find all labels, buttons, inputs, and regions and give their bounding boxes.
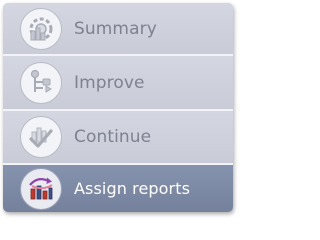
improve-icon bbox=[20, 61, 62, 104]
summary-icon bbox=[20, 7, 62, 50]
menu-item-label: Summary bbox=[74, 18, 157, 39]
menu-item-assign-reports[interactable]: Assign reports bbox=[3, 165, 233, 212]
menu-item-label: Assign reports bbox=[74, 179, 191, 198]
assign-reports-icon bbox=[20, 167, 62, 210]
continue-icon bbox=[20, 116, 62, 158]
menu-item-label: Improve bbox=[74, 72, 145, 93]
menu-item-continue[interactable]: Continue bbox=[3, 111, 233, 163]
menu-item-summary[interactable]: Summary bbox=[3, 3, 233, 54]
menu-item-improve[interactable]: Improve bbox=[3, 56, 233, 109]
navigation-menu: Summary Improve Continue Assign reports bbox=[3, 3, 233, 212]
menu-item-label: Continue bbox=[74, 127, 152, 147]
